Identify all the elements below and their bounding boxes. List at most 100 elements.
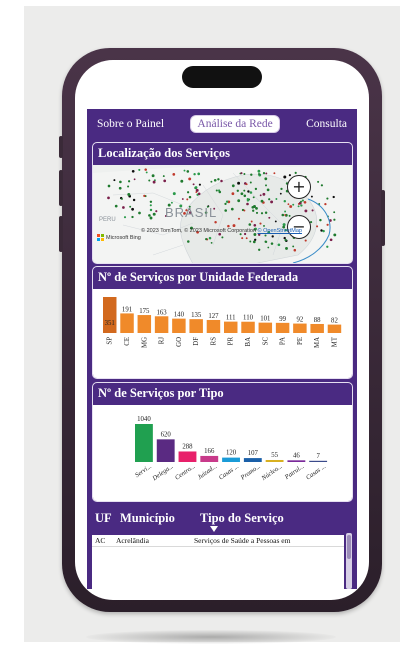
zoom-in-button[interactable]: + (287, 175, 311, 199)
service-location-dot (127, 193, 131, 196)
service-location-dot (131, 215, 134, 219)
service-location-dot (304, 239, 307, 242)
uf-data-label: 191 (122, 306, 132, 313)
map-country-label: BRASIL (165, 205, 218, 220)
service-location-dot (273, 172, 276, 175)
service-location-dot (144, 168, 147, 171)
uf-data-label: 92 (296, 317, 303, 324)
service-location-dot (127, 180, 131, 183)
tab-analise-da-rede[interactable]: Análise da Rede (191, 116, 279, 132)
column-header-municipio[interactable]: Município (116, 511, 198, 526)
service-location-dot (333, 211, 336, 214)
services-map[interactable]: BRASIL PERU + − © 2023 TomTom, © 2023 Mi… (93, 165, 352, 263)
zoom-out-button[interactable]: − (287, 215, 311, 239)
service-location-dot (243, 173, 246, 175)
uf-chart-body: 351 SP 191 CE 175 MG 163 RJ 140 GO 135 DF 127 RS 111 PR… (93, 289, 352, 378)
service-location-dot (221, 236, 224, 239)
type-tick-label: Delega... (151, 463, 176, 483)
type-data-label: 7 (316, 453, 320, 460)
uf-tick-label: PA (280, 337, 287, 345)
uf-tick-label: PR (228, 337, 235, 346)
service-location-dot (284, 210, 287, 213)
map-attribution: © 2023 TomTom, © 2023 Microsoft Corporat… (141, 228, 302, 234)
service-location-dot (254, 238, 257, 241)
uf-bar (154, 316, 169, 333)
uf-tick-label: BA (245, 337, 252, 347)
service-location-dot (129, 205, 132, 208)
uf-bar (189, 319, 203, 333)
service-location-dot (113, 179, 116, 182)
uf-data-label: 111 (226, 315, 236, 322)
uf-bar (172, 318, 186, 333)
uf-data-label: 82 (331, 318, 338, 325)
service-location-dot (131, 169, 135, 173)
service-location-dot (118, 186, 122, 190)
service-location-dot (283, 199, 287, 203)
service-location-dot (275, 198, 278, 200)
service-location-dot (224, 202, 227, 206)
service-location-dot (329, 238, 333, 242)
service-location-dot (252, 196, 255, 199)
service-location-dot (311, 209, 314, 212)
uf-bar (293, 323, 307, 333)
type-chart-title: Nº de Serviços por Tipo (98, 386, 224, 400)
table-row[interactable]: AC Acrelândia Serviços de Saúde a Pessoa… (92, 535, 344, 547)
service-location-dot (197, 172, 201, 176)
type-tick-label: Patrul... (283, 463, 306, 482)
column-header-tipo-do-servico[interactable]: Tipo do Serviço (198, 511, 353, 526)
type-tick-label: Núcleo... (260, 463, 284, 483)
service-location-dot (194, 186, 198, 189)
service-location-dot (127, 185, 130, 188)
service-location-dot (123, 216, 127, 219)
service-location-dot (240, 172, 243, 175)
service-location-dot (152, 212, 156, 216)
uf-bar (310, 323, 324, 333)
service-location-dot (172, 192, 176, 196)
uf-data-label: 163 (156, 309, 167, 316)
service-location-dot (149, 200, 153, 204)
service-location-dot (198, 183, 201, 186)
type-data-label: 288 (182, 443, 193, 450)
column-header-uf[interactable]: UF (92, 511, 116, 526)
service-location-dot (187, 240, 190, 243)
table-body: AC Acrelândia Serviços de Saúde a Pessoa… (92, 535, 344, 589)
service-location-dot (262, 192, 266, 196)
uf-tick-label: MT (331, 336, 338, 347)
type-tick-label: Centro... (174, 463, 197, 482)
type-bar-chart[interactable]: 1040Servi...620Delega...288Centro...166J… (93, 405, 352, 501)
table-scrollbar-thumb[interactable] (347, 535, 351, 559)
service-location-dot (268, 198, 271, 201)
uf-bar-chart[interactable]: 351 SP 191 CE 175 MG 163 RJ 140 GO 135 DF 127 RS 111 PR… (93, 289, 352, 378)
service-location-dot (280, 187, 283, 191)
service-location-dot (250, 173, 253, 176)
type-data-label: 55 (271, 452, 278, 459)
service-location-dot (186, 191, 190, 194)
tab-consulta[interactable]: Consulta (302, 116, 351, 132)
service-location-dot (152, 180, 156, 184)
table-scrollbar[interactable] (346, 533, 352, 589)
service-location-dot (248, 223, 252, 226)
service-location-dot (225, 200, 229, 203)
type-bar (156, 439, 175, 462)
tab-sobre-o-painel[interactable]: Sobre o Painel (93, 116, 168, 132)
service-location-dot (193, 173, 196, 176)
service-location-dot (268, 216, 271, 219)
type-data-label: 120 (226, 450, 237, 457)
service-location-dot (213, 178, 217, 182)
service-location-dot (246, 202, 249, 206)
service-location-dot (283, 236, 286, 240)
table-header: UF Município Tipo do Serviço (92, 505, 353, 532)
service-location-dot (215, 189, 218, 192)
openstreetmap-link[interactable]: © OpenStreetMap (258, 228, 302, 234)
service-location-dot (267, 246, 270, 249)
type-data-label: 620 (161, 431, 172, 438)
service-location-dot (192, 183, 195, 186)
service-location-dot (197, 192, 201, 196)
service-location-dot (114, 204, 118, 208)
service-location-dot (252, 240, 256, 244)
type-bar (287, 460, 306, 462)
type-data-label: 46 (293, 452, 300, 459)
service-location-dot (284, 238, 287, 242)
map-provider-label: Microsoft Bing (106, 234, 141, 241)
cell-tipo: Serviços de Saúde a Pessoas em (194, 536, 291, 545)
